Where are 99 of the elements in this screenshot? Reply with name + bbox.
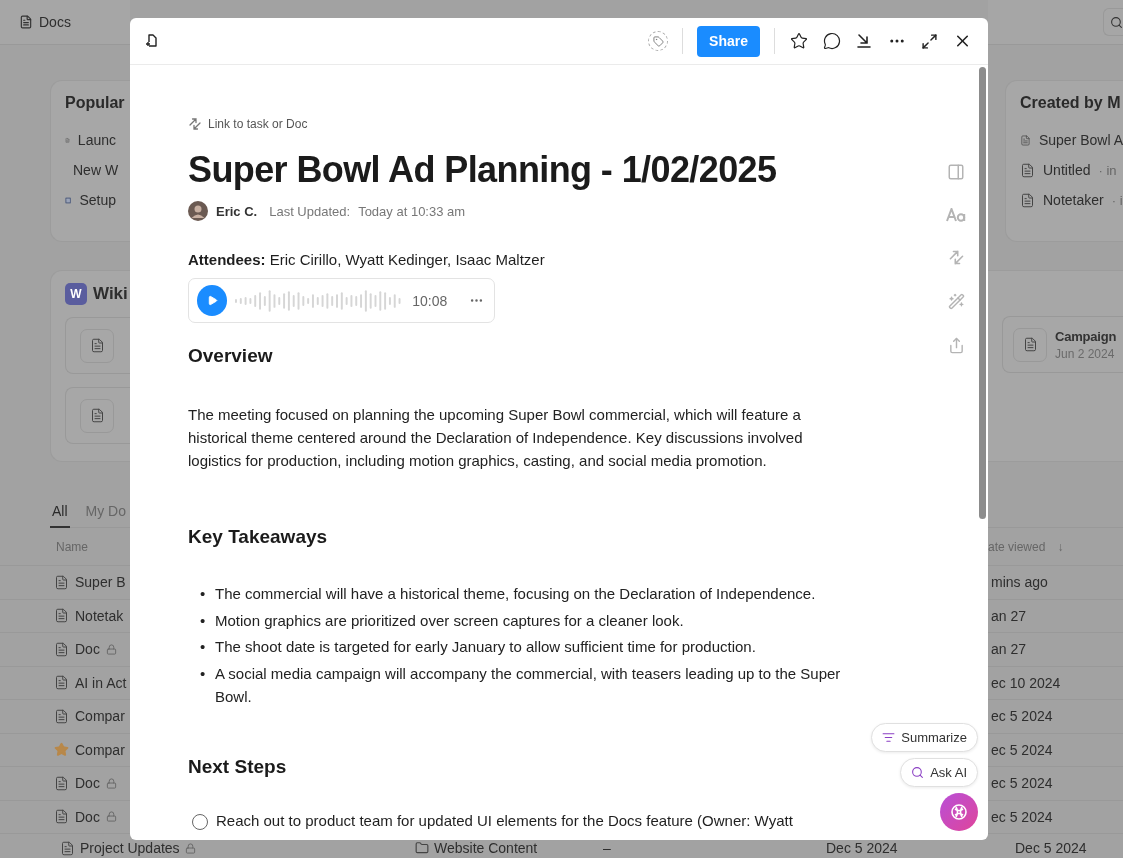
updated-time: Today at 10:33 am	[358, 203, 466, 219]
knot-icon	[950, 803, 968, 821]
attendees-text: Attendees: Eric Cirillo, Wyatt Kedinger, Isaac Maltzer	[188, 251, 546, 268]
summarize-button[interactable]: Summarize	[871, 723, 978, 752]
document-return-icon	[144, 33, 160, 49]
doc-name[interactable]: Doc	[75, 808, 100, 825]
doc-name[interactable]: Compar	[75, 741, 125, 758]
document-icon	[1022, 337, 1038, 352]
empty-value: –	[603, 840, 611, 856]
section-heading: Next Steps	[188, 755, 288, 778]
link-arrows-icon	[947, 249, 965, 266]
doc-name[interactable]: Super B	[75, 574, 126, 591]
date-text: ec 5 2024	[991, 808, 1053, 825]
date-text: ec 5 2024	[991, 775, 1053, 792]
doc-link[interactable]: Setup	[79, 192, 116, 208]
doc-title: Super Bowl Ad Planning - 1/02/2025	[188, 149, 778, 191]
document-icon	[54, 574, 69, 590]
column-header: Name	[56, 539, 88, 554]
play-button[interactable]	[197, 285, 228, 316]
tab[interactable]: All	[50, 503, 70, 528]
document-icon	[54, 675, 69, 691]
folder-icon	[415, 841, 429, 855]
link-arrows-icon	[188, 117, 202, 131]
wiki-badge: W	[65, 283, 87, 305]
document-icon	[1020, 192, 1035, 208]
doc-card[interactable]: Campaign Jun 2 2024	[1002, 316, 1123, 373]
document-icon	[54, 608, 69, 624]
doc-link[interactable]: Notetaker	[1043, 192, 1104, 208]
document-icon	[89, 408, 105, 423]
paragraph: The meeting focused on planning the upcoming Super Bowl commercial, which will feature a historical theme centered around the Declaration of Independence. Key discussions involved logistics for production, including motion graphics, casting, and social media promotion.	[188, 405, 804, 471]
doc-link[interactable]: New W	[73, 162, 119, 178]
document-icon	[89, 338, 105, 353]
doc-name[interactable]: Compar	[75, 708, 125, 725]
document-icon	[1020, 162, 1035, 178]
doc-date: Jun 2 2024	[1055, 346, 1116, 361]
author-name: Eric C.	[216, 203, 258, 219]
bullet-mark: •	[200, 610, 205, 631]
link-to-task-button[interactable]: Link to task or Doc	[188, 117, 308, 131]
doc-name[interactable]: AI in Act	[75, 674, 127, 691]
search-button[interactable]	[1103, 8, 1123, 36]
task-text: Reach out to product team for updated UI elements for the Docs feature (Owner: Wyatt	[216, 811, 793, 829]
text-style-icon[interactable]	[946, 208, 966, 222]
bullet-mark: •	[200, 584, 205, 604]
card-title: Created by M	[1020, 93, 1121, 113]
audio-duration: 10:08	[412, 292, 448, 309]
location-text: Website Content	[434, 840, 538, 856]
side-panel-icon[interactable]	[947, 163, 965, 181]
magic-wand-icon[interactable]	[947, 293, 965, 310]
date-text: an 27	[991, 607, 1027, 624]
doc-link[interactable]: Untitled	[1043, 162, 1091, 178]
doc-name[interactable]: Doc	[75, 641, 100, 658]
document-icon	[54, 708, 69, 724]
card-title: Popular	[65, 93, 125, 113]
date-text: Dec 5 2024	[1015, 840, 1087, 856]
column-header: ate viewed	[988, 539, 1046, 554]
date-text: Dec 5 2024	[826, 840, 898, 856]
page-title: Docs	[39, 14, 71, 30]
bullet-item: The commercial will have a historical theme, focusing on the Declaration of Independence.	[215, 584, 816, 604]
date-text: mins ago	[991, 574, 1048, 591]
doc-link[interactable]: Launc	[77, 132, 116, 148]
comment-icon[interactable]	[822, 31, 841, 51]
tag-icon	[652, 35, 664, 47]
share-button[interactable]: Share	[697, 25, 760, 57]
doc-name[interactable]: Project Updates	[80, 840, 180, 856]
updated-label: Last Updated:	[269, 203, 351, 219]
date-text: ec 10 2024	[991, 674, 1061, 691]
expand-icon[interactable]	[920, 31, 939, 51]
search-icon	[1110, 15, 1123, 29]
document-icon	[54, 641, 69, 657]
document-icon	[60, 840, 75, 856]
doc-link[interactable]: Super Bowl A	[1038, 132, 1123, 148]
bullet-mark: •	[200, 663, 205, 684]
bullet-mark: •	[200, 637, 205, 657]
avatar	[188, 201, 208, 221]
document-icon	[19, 15, 33, 29]
bullet-item: A social media campaign will accompany the commercial, with teasers leading up to the Super Bowl.	[215, 663, 842, 707]
section-heading: Key Takeaways	[188, 526, 329, 548]
play-icon	[206, 295, 218, 306]
document-icon	[54, 775, 69, 791]
ai-assistant-button[interactable]	[940, 793, 978, 831]
lines-icon	[882, 731, 896, 744]
bullet-item: Motion graphics are prioritized over screen captures for a cleaner look.	[215, 610, 684, 631]
doc-title: Campaign	[1055, 328, 1117, 344]
doc-name[interactable]: Doc	[75, 775, 100, 792]
arrow-down-right-icon[interactable]	[855, 32, 873, 50]
date-text: ec 5 2024	[991, 741, 1053, 758]
section-heading: Overview	[188, 345, 274, 367]
search-icon	[911, 766, 925, 779]
document-icon	[1020, 132, 1031, 148]
date-text: ec 5 2024	[991, 708, 1053, 725]
export-icon[interactable]	[947, 337, 965, 354]
document-icon	[54, 809, 69, 825]
star-icon[interactable]	[789, 31, 808, 51]
doc-location: · in	[1098, 162, 1117, 178]
doc-name[interactable]: Notetak	[75, 607, 124, 624]
bullet-item: The shoot date is targeted for early January to allow sufficient time for production.	[215, 637, 756, 657]
section-title: Wiki	[93, 284, 128, 304]
date-text: an 27	[991, 641, 1027, 658]
ask-ai-button[interactable]: Ask AI	[900, 758, 978, 787]
